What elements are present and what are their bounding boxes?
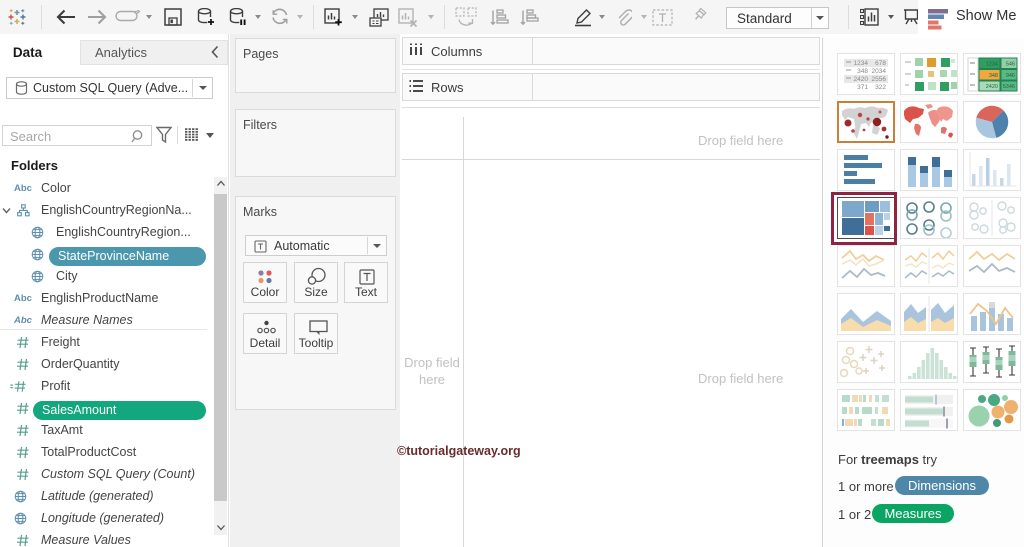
svg-text:2420: 2420 — [853, 76, 868, 83]
svg-text:2420: 2420 — [985, 84, 997, 90]
svg-text:348: 348 — [857, 68, 868, 75]
svg-text:2556: 2556 — [871, 76, 886, 83]
svg-text:1234: 1234 — [985, 62, 997, 68]
svg-text:348: 348 — [988, 73, 997, 79]
svg-text:678: 678 — [875, 60, 886, 67]
svg-text:371: 371 — [857, 84, 868, 91]
svg-text:322: 322 — [875, 84, 886, 91]
svg-text:5346: 5346 — [1002, 84, 1014, 90]
svg-text:1234: 1234 — [853, 60, 868, 67]
svg-text:2034: 2034 — [871, 68, 886, 75]
svg-text:546: 546 — [1005, 62, 1014, 68]
svg-text:946: 946 — [1005, 73, 1014, 79]
